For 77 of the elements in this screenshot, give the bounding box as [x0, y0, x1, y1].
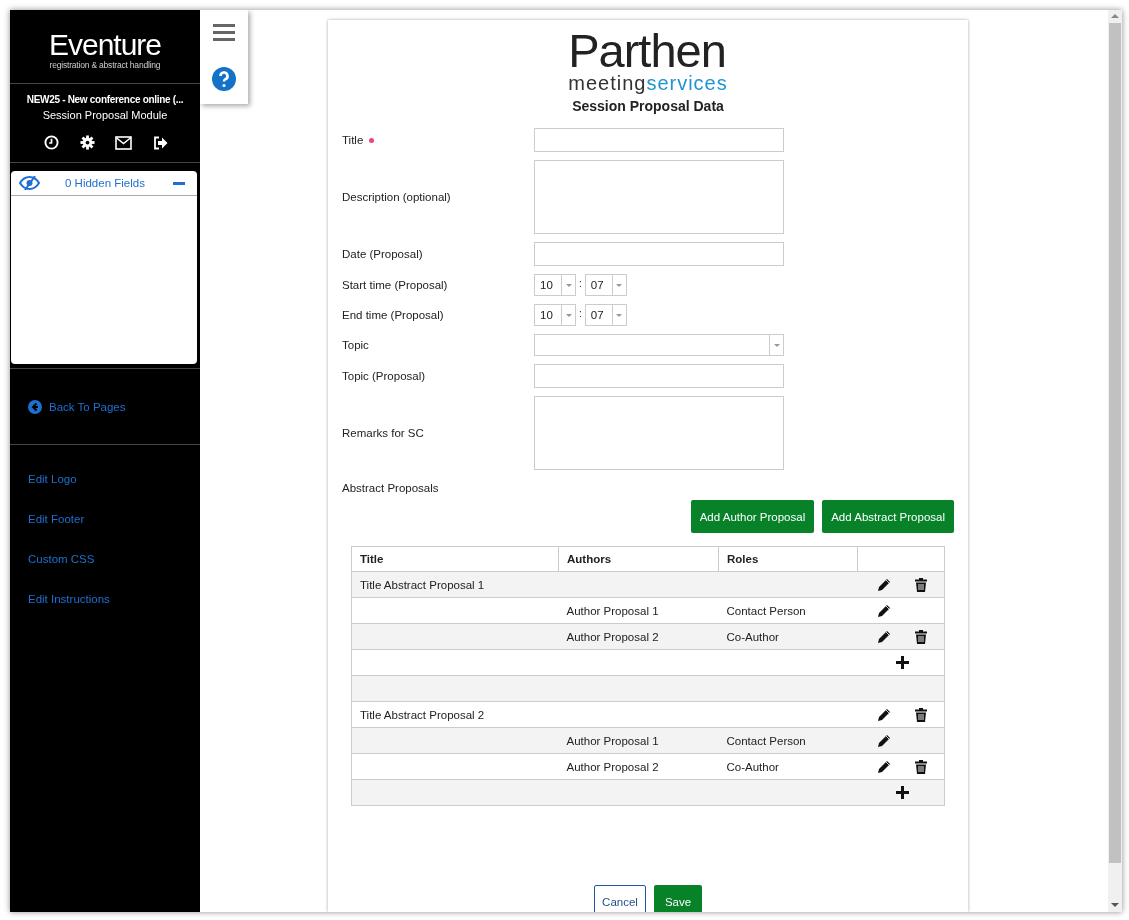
settings-icon[interactable]: [79, 135, 95, 150]
table-cell: Author Proposal 1: [566, 604, 659, 617]
back-link[interactable]: Back To Pages: [28, 399, 126, 414]
caret-icon: [565, 283, 572, 287]
scroll-up-icon[interactable]: [1111, 14, 1119, 18]
input-field[interactable]: [534, 128, 784, 152]
field-label: Topic: [342, 339, 369, 351]
event-title: NEW25 - New conference online (...: [25, 94, 185, 105]
caret-icon: [773, 343, 780, 347]
trash-icon[interactable]: [914, 577, 927, 592]
collapse-icon[interactable]: [173, 181, 185, 185]
sidebar-link[interactable]: Edit Instructions: [28, 592, 110, 606]
trash-icon[interactable]: [914, 759, 927, 774]
parthen-logo: Parthen meetingservices: [568, 30, 728, 94]
field-label: End time (Proposal): [342, 309, 444, 321]
back-arrow-icon: [28, 399, 42, 414]
field-label: Title: [342, 134, 364, 146]
table-cell: Author Proposal 2: [566, 630, 659, 643]
sidebar-link[interactable]: Custom CSS: [28, 552, 95, 566]
hidden-fields-label[interactable]: 0 Hidden Fields: [48, 177, 165, 189]
caret-icon: [616, 283, 623, 287]
field-label: Topic (Proposal): [342, 370, 426, 382]
pencil-icon[interactable]: [876, 603, 891, 618]
table-cell: Title Abstract Proposal 1: [360, 578, 485, 591]
time-separator: :: [579, 307, 582, 319]
field-label: Date (Proposal): [342, 248, 423, 260]
table-cell: Co-Author: [726, 760, 779, 773]
column-header: Roles: [718, 546, 858, 572]
field-label: Description (optional): [342, 191, 451, 203]
menu-icon[interactable]: [213, 23, 235, 41]
form-heading: Session Proposal Data: [571, 98, 725, 114]
caret-icon: [616, 313, 623, 317]
plus-icon[interactable]: [895, 656, 909, 669]
table-cell: Author Proposal 1: [566, 734, 659, 747]
trash-icon[interactable]: [914, 707, 927, 722]
table-cell: Title Abstract Proposal 2: [360, 708, 485, 721]
add-button[interactable]: Add Abstract Proposal: [822, 500, 954, 533]
pencil-icon[interactable]: [876, 759, 891, 774]
mail-icon[interactable]: [115, 135, 133, 150]
clock-icon[interactable]: [44, 135, 60, 150]
input-field[interactable]: [534, 364, 784, 388]
help-icon[interactable]: [212, 67, 236, 91]
eventure-logo: Eventure: [48, 29, 162, 60]
select-field[interactable]: [534, 334, 784, 356]
pencil-icon[interactable]: [876, 577, 891, 592]
sidebar-link[interactable]: Edit Footer: [28, 512, 85, 526]
plus-icon[interactable]: [895, 786, 909, 799]
field-label: Start time (Proposal): [342, 279, 448, 291]
pencil-icon[interactable]: [876, 707, 891, 722]
required-icon: [369, 137, 375, 143]
add-button[interactable]: Add Author Proposal: [690, 500, 815, 533]
table-cell: Contact Person: [726, 734, 806, 747]
sidebar-link[interactable]: Edit Logo: [28, 472, 77, 486]
column-header: Title: [351, 546, 559, 572]
hour-select[interactable]: 10: [534, 304, 576, 326]
table-cell: Contact Person: [726, 604, 806, 617]
time-separator: :: [579, 277, 582, 289]
pencil-icon[interactable]: [876, 629, 891, 644]
table-cell: Author Proposal 2: [566, 760, 659, 773]
caret-icon: [565, 313, 572, 317]
logo-tagline: registration & abstract handling: [49, 59, 161, 70]
eye-slash-icon: [19, 176, 40, 190]
section-label: Abstract Proposals: [342, 482, 440, 494]
minute-select[interactable]: 07: [584, 304, 627, 326]
column-header: Authors: [558, 546, 719, 572]
save-button[interactable]: Save: [654, 885, 702, 912]
field-label: Remarks for SC: [342, 427, 424, 439]
hour-select[interactable]: 10: [534, 274, 576, 296]
table-cell: Co-Author: [726, 630, 779, 643]
module-name: Session Proposal Module: [41, 109, 169, 121]
logout-icon[interactable]: [152, 135, 168, 150]
cancel-button[interactable]: Cancel: [594, 885, 646, 912]
trash-icon[interactable]: [914, 629, 927, 644]
pencil-icon[interactable]: [876, 733, 891, 748]
minute-select[interactable]: 07: [584, 274, 627, 296]
input-field[interactable]: [534, 242, 784, 266]
scroll-down-icon[interactable]: [1111, 903, 1119, 907]
